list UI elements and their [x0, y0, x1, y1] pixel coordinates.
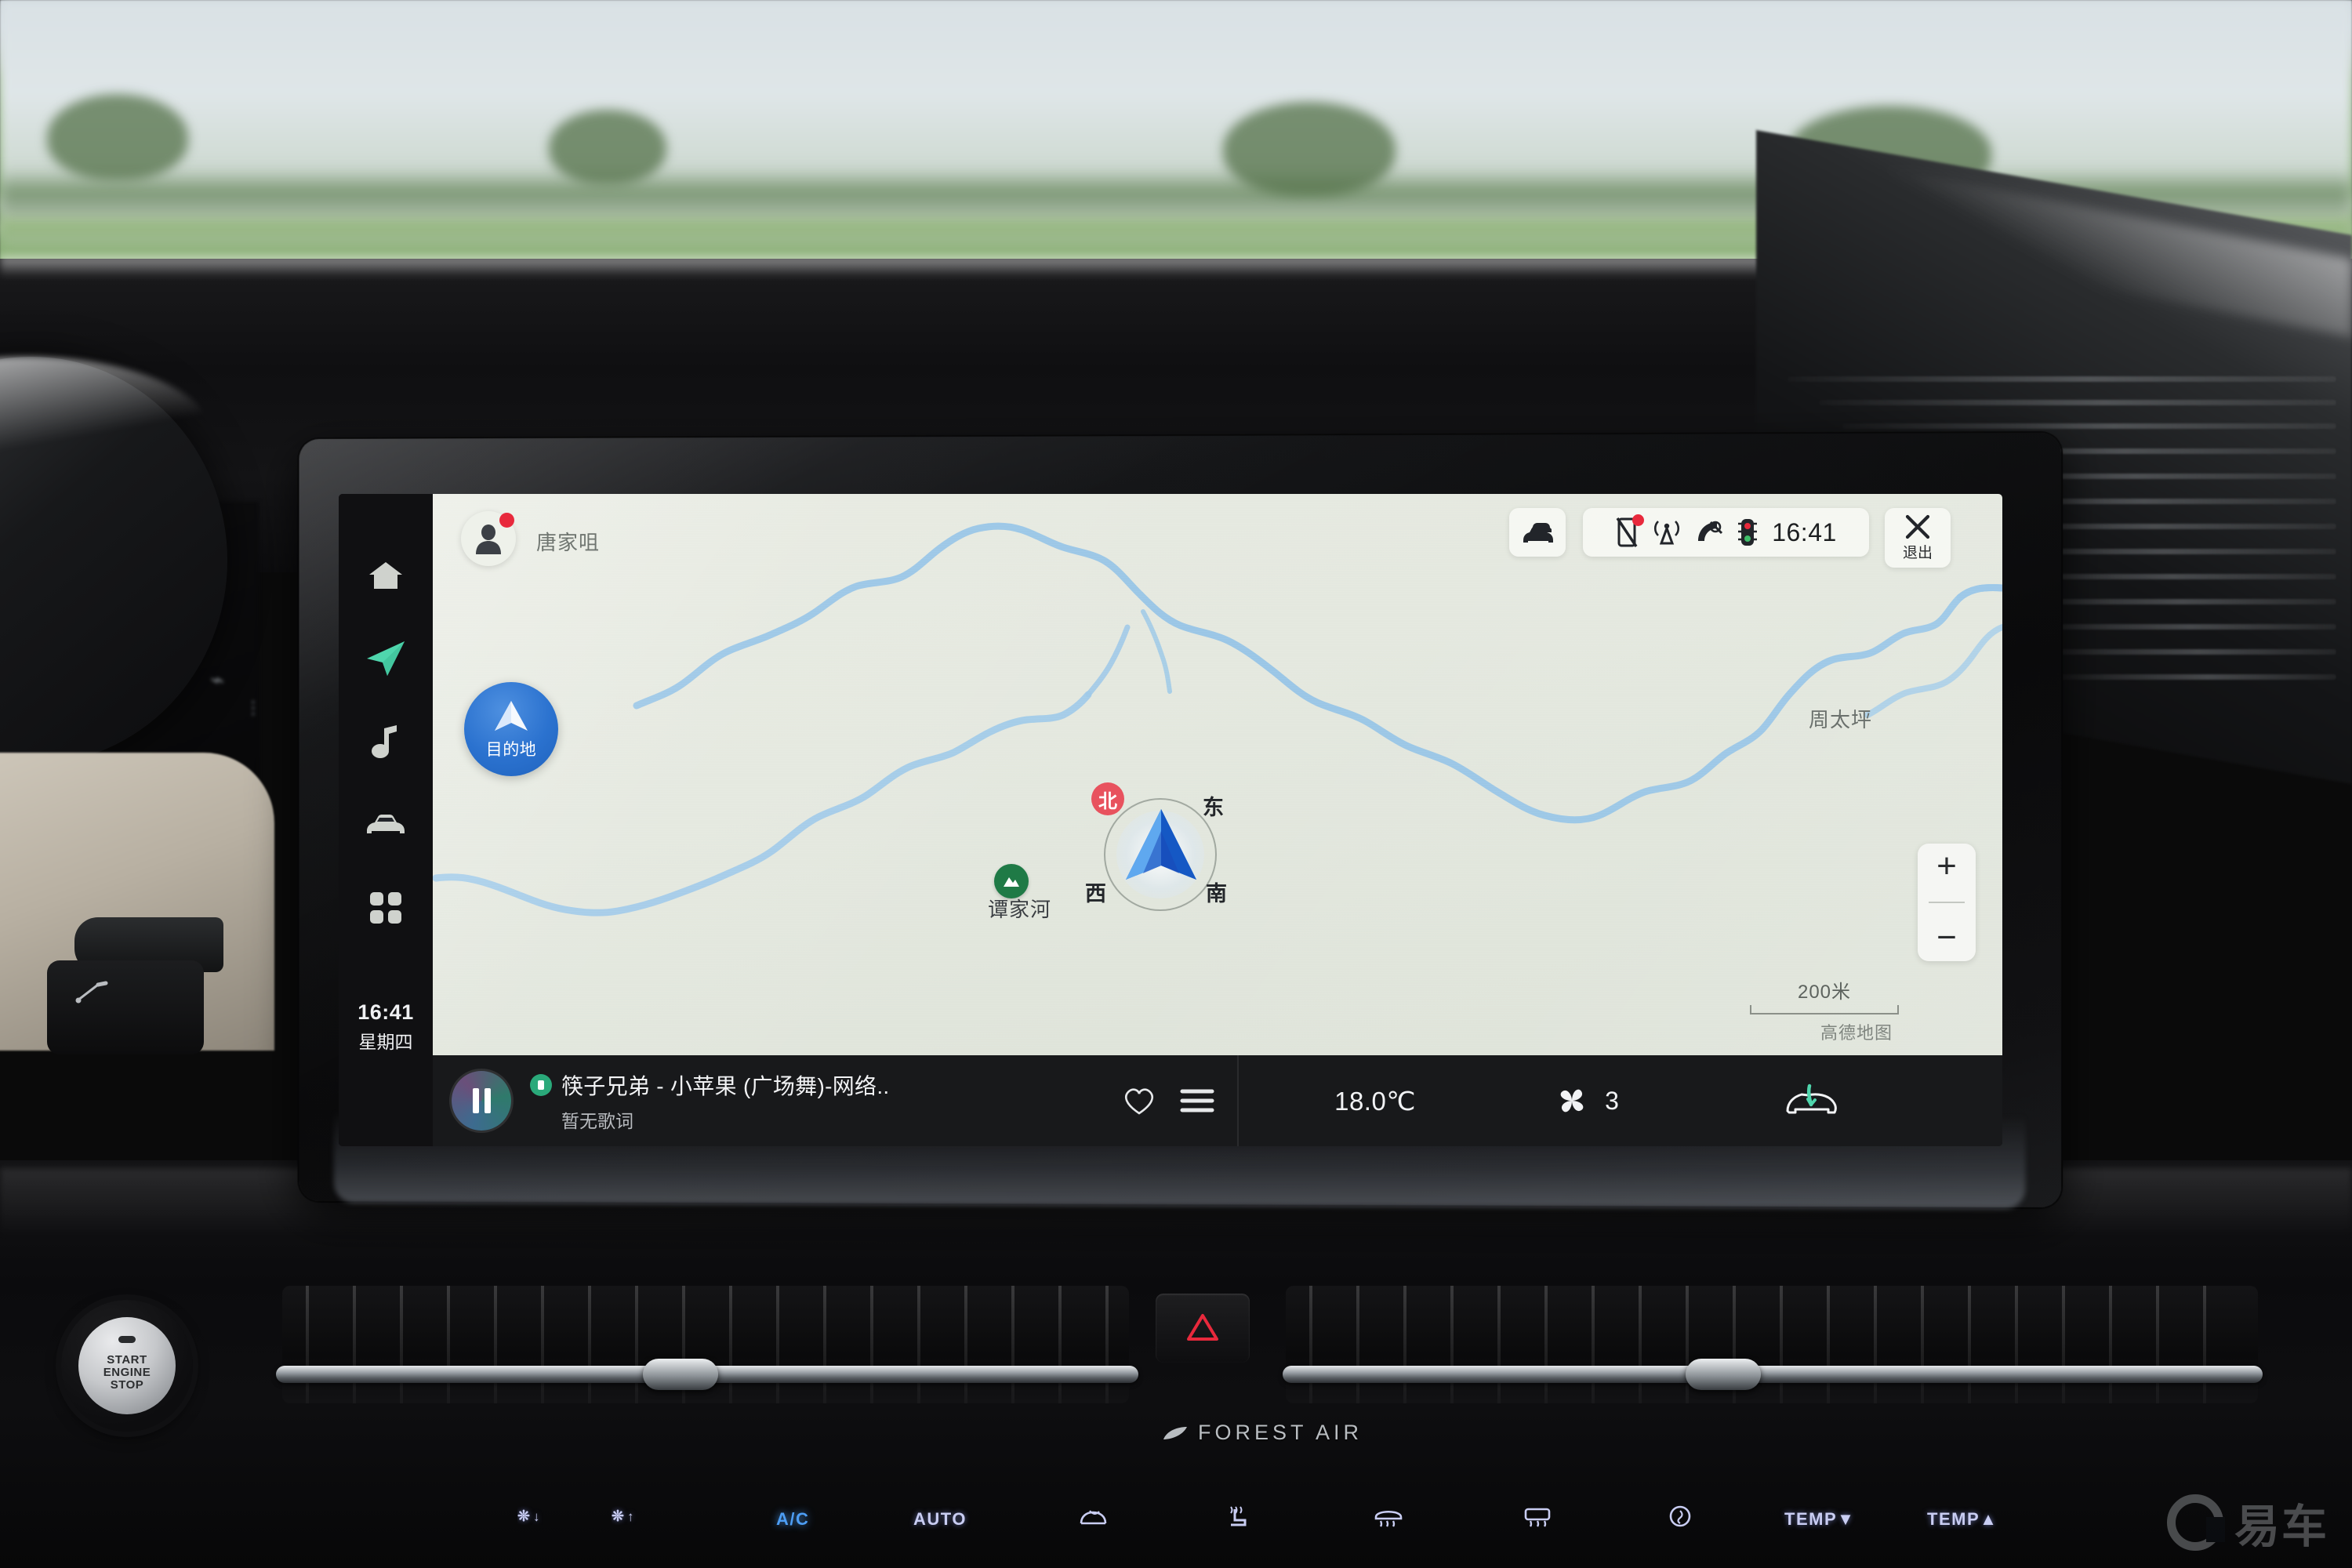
music-source-icon — [530, 1073, 552, 1096]
phone-disconnected-icon — [1615, 514, 1645, 548]
climate-seat-airflow[interactable] — [1924, 1082, 2002, 1120]
start-button-nub — [118, 1336, 136, 1343]
rear-defrost-icon — [1523, 1504, 1552, 1528]
sidebar-weekday: 星期四 — [358, 1032, 413, 1052]
bottom-bar: 筷子兄弟 - 小苹果 (广场舞)-网络.. 暂无歌词 18.0℃ 3 — [433, 1055, 2002, 1146]
phone-alert-badge — [1632, 514, 1645, 526]
cluster-icon: ⌁ — [210, 667, 225, 693]
bottom-bar-divider — [1237, 1055, 1239, 1146]
auto-defog-icon — [1667, 1504, 1693, 1528]
seat-heat-icon — [1225, 1504, 1251, 1528]
svg-text:❊: ❊ — [517, 1508, 531, 1525]
exit-button[interactable]: 退出 — [1885, 508, 1951, 568]
yiche-watermark: 易车 — [2166, 1490, 2328, 1555]
watermark-text: 易车 — [2234, 1501, 2328, 1552]
tree — [549, 110, 666, 184]
car-airflow-icon — [1786, 1083, 1837, 1114]
zoom-in-button[interactable]: + — [1936, 849, 1957, 884]
pause-icon — [472, 1088, 491, 1113]
satellite-muted-icon — [1695, 519, 1723, 546]
status-time: 16:41 — [1772, 517, 1837, 546]
right-center-vent — [1286, 1286, 2258, 1403]
forest-air-text: FOREST AIR — [1198, 1421, 1363, 1444]
vent-direction-knob[interactable] — [643, 1359, 718, 1390]
user-avatar[interactable] — [461, 511, 516, 566]
compass-east: 东 — [1203, 796, 1224, 819]
start-label-line1: START — [107, 1352, 147, 1367]
watermark-ring-icon — [2166, 1494, 2225, 1551]
exit-label: 退出 — [1902, 544, 1933, 561]
compass-south: 南 — [1206, 882, 1227, 906]
lower-dash-panel — [47, 960, 204, 1054]
favorite-button[interactable] — [1110, 1085, 1168, 1116]
album-art-play-toggle[interactable] — [452, 1071, 511, 1131]
hazard-lights-button[interactable] — [1156, 1294, 1250, 1363]
map-scale-bar: 200米 — [1750, 976, 1899, 1014]
forest-air-badge: FOREST AIR — [1162, 1421, 1363, 1445]
media-widget: 筷子兄弟 - 小苹果 (广场舞)-网络.. 暂无歌词 — [433, 1055, 1226, 1146]
tree — [47, 94, 188, 180]
recirculation-icon — [1076, 1506, 1110, 1526]
heading-arrow-icon — [1126, 809, 1196, 880]
map-city-label: 唐家咀 — [536, 531, 601, 554]
front-defrost-icon — [1374, 1504, 1403, 1528]
vent-chrome-trim — [1283, 1366, 2263, 1383]
map-canvas[interactable]: 唐家咀 周太坪 目的地 北 东 南 西 谭家河 16:41 退出 + − 200… — [433, 494, 2002, 1055]
sidebar: 16:41 星期四 — [339, 494, 433, 1146]
playlist-button[interactable] — [1168, 1087, 1226, 1115]
destination-button-label: 目的地 — [485, 741, 537, 759]
sidebar-item-vehicle[interactable] — [356, 790, 416, 859]
photo-scene: 3.3 3.3 3.2 /min ⌁ ⋮ — [0, 0, 2352, 1568]
start-label-line2: ENGINE — [103, 1365, 151, 1379]
fan-level: 3 — [1605, 1086, 1619, 1115]
fan-down-label: ❊ ↓ — [517, 1506, 546, 1525]
fan-icon — [1560, 1089, 1584, 1112]
map-attribution: 高德地图 — [1820, 1023, 1893, 1043]
traffic-view-button[interactable] — [1509, 508, 1566, 557]
river-layer — [433, 522, 2002, 916]
map-scale-value: 200米 — [1797, 982, 1852, 1003]
close-x-icon — [1905, 514, 1930, 539]
compass-west: 西 — [1085, 882, 1106, 906]
cluster-icon: ⋮ — [245, 698, 259, 717]
signal-tower-icon — [1651, 518, 1682, 546]
infotainment-screen: 16:41 星期四 唐家咀 周太坪 目的地 北 东 南 西 谭家河 16:41 … — [339, 494, 2002, 1146]
auto-label: AUTO — [913, 1509, 967, 1529]
start-label-line3: STOP — [110, 1378, 144, 1392]
wiper-icon — [74, 980, 111, 1004]
destination-button[interactable]: 目的地 — [464, 682, 558, 776]
hvac-control-strip: ❊ ↓ ❊ ↑ A/C AUTO TEMP▼ TEMP▲ — [0, 1501, 2352, 1568]
media-title: 筷子兄弟 - 小苹果 (广场舞)-网络.. — [561, 1073, 890, 1098]
fan-up-label: ❊ ↑ — [612, 1506, 640, 1525]
svg-text:↑: ↑ — [627, 1509, 635, 1524]
climate-fan[interactable]: 3 — [1477, 1085, 1697, 1116]
map-place-label: 谭家河 — [988, 898, 1052, 921]
sidebar-item-home[interactable] — [356, 541, 416, 610]
sidebar-item-apps[interactable] — [356, 873, 416, 942]
svg-text:↓: ↓ — [533, 1509, 541, 1524]
zoom-divider — [1929, 901, 1965, 903]
start-engine-stop-button[interactable]: START ENGINE STOP — [61, 1300, 193, 1432]
temp-up-label: TEMP▲ — [1927, 1509, 1998, 1529]
media-subtitle: 暂无歌词 — [561, 1110, 633, 1131]
traffic-light-icon — [1736, 517, 1759, 547]
avatar-notification-badge — [499, 513, 514, 528]
temp-down-label: TEMP▼ — [1784, 1509, 1856, 1529]
climate-temperature[interactable]: 18.0℃ — [1273, 1086, 1477, 1116]
ac-label: A/C — [776, 1509, 810, 1529]
sidebar-item-navigation[interactable] — [356, 624, 416, 693]
zoom-out-button[interactable]: − — [1936, 920, 1957, 954]
vent-direction-knob[interactable] — [1686, 1359, 1761, 1390]
sidebar-item-music[interactable] — [356, 707, 416, 776]
sidebar-clock: 16:41 星期四 — [339, 1000, 433, 1054]
climate-airflow[interactable] — [1697, 1083, 1924, 1119]
map-zoom-controls[interactable]: + − — [1918, 844, 1976, 961]
sidebar-time: 16:41 — [358, 1000, 414, 1024]
climate-widget: 18.0℃ 3 — [1226, 1055, 2002, 1146]
vehicle-position-marker: 北 东 南 西 谭家河 — [988, 782, 1231, 925]
status-bar: 16:41 — [1583, 508, 1869, 557]
tree — [1223, 102, 1396, 196]
svg-text:❊: ❊ — [612, 1508, 625, 1525]
map-place-label: 周太坪 — [1809, 708, 1873, 731]
